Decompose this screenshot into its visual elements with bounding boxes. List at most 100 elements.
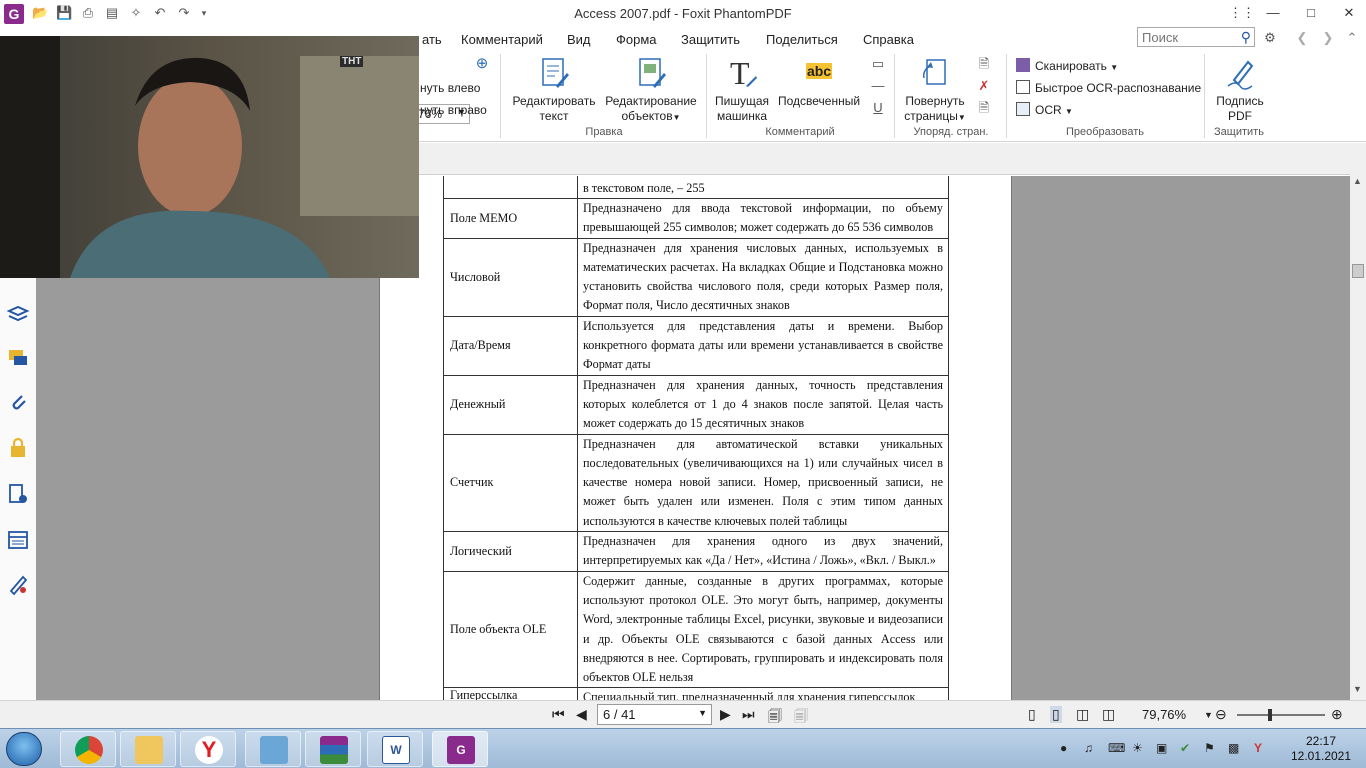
facing-pages-icon[interactable]: ◫ (1076, 706, 1089, 723)
extract-pages-icon[interactable]: 🗎 (976, 56, 992, 72)
page-number-input[interactable]: 6 / 41 ▼ (597, 704, 712, 725)
continuous-facing-icon[interactable]: ◫ (1102, 706, 1115, 723)
taskbar-chrome[interactable] (60, 731, 116, 767)
lock-icon[interactable] (6, 436, 30, 460)
tab-form[interactable]: Форма (616, 32, 657, 47)
edit-objects-button[interactable]: Редактирование объектов▼ (602, 56, 700, 125)
last-page-icon[interactable]: ⏭ (742, 706, 755, 723)
group-label-pages: Упоряд. стран. (913, 126, 989, 138)
zoom-slider-knob[interactable] (1268, 709, 1272, 721)
scanner-icon (1016, 58, 1030, 72)
keyboard-tray-icon[interactable]: ⌨ (1108, 741, 1125, 755)
search-input[interactable] (1138, 28, 1234, 46)
video-frame (0, 36, 419, 278)
ocr-button[interactable]: OCR ▼ (1016, 102, 1073, 117)
prev-page-icon[interactable]: ◀ (576, 706, 587, 723)
start-button[interactable] (6, 732, 42, 766)
first-page-icon[interactable]: ⏮ (552, 706, 565, 723)
winrar-icon (320, 736, 348, 764)
edit-objects-icon (639, 58, 666, 88)
typewriter-button[interactable]: T Пишущая машинка (712, 56, 772, 124)
minimize-button[interactable]: — (1258, 2, 1288, 24)
next-view-icon[interactable]: 🗐 (794, 706, 808, 730)
edit-text-button[interactable]: Редактировать текст (510, 56, 598, 124)
video-overlay[interactable]: ТНТ (0, 36, 419, 278)
taskbar-winrar[interactable] (305, 731, 361, 767)
underline-icon[interactable]: U (870, 100, 886, 116)
search-box[interactable]: ⚲ (1137, 27, 1255, 47)
zoom-dropdown-icon[interactable]: ▼ (1204, 710, 1213, 720)
sign-pdf-button[interactable]: Подпись PDF (1210, 56, 1270, 124)
collapse-ribbon-icon[interactable]: ⌃ (1344, 30, 1360, 46)
form-fields-icon[interactable] (6, 528, 30, 552)
rotate-right-button[interactable]: нуть вправо (420, 103, 487, 117)
control-panel-icon (260, 736, 288, 764)
previous-view-icon[interactable]: 🗐 (768, 706, 782, 730)
group-divider (1204, 54, 1205, 138)
flag-tray-icon[interactable]: ⚑ (1204, 741, 1215, 755)
security-tray-icon[interactable]: ☀ (1132, 741, 1143, 755)
strikeout-icon[interactable]: ― (870, 78, 886, 94)
foxit-pdf-icon: G (447, 736, 475, 764)
document-search-icon[interactable] (6, 482, 30, 506)
title-bar: G 📂 💾 ⎙ ▤ ✧ ↶ ↷ ▾ Access 2007.pdf - Foxi… (0, 0, 1366, 28)
zoom-level[interactable]: 79,76% (1142, 707, 1186, 722)
tab-partial[interactable]: ать (422, 32, 442, 47)
layers-icon[interactable] (6, 302, 30, 326)
signatures-icon[interactable] (6, 572, 30, 596)
delete-pages-icon[interactable]: ✗ (976, 78, 992, 94)
forward-arrow-icon[interactable]: ❯ (1320, 30, 1336, 46)
group-label-protect: Защитить (1214, 126, 1264, 138)
comments-icon[interactable] (6, 346, 30, 370)
system-clock[interactable]: 22:17 12.01.2021 (1288, 734, 1354, 764)
scroll-down-icon[interactable]: ▼ (1353, 684, 1362, 694)
ocr-icon (1016, 102, 1030, 116)
taskbar-control-panel[interactable] (245, 731, 301, 767)
scroll-thumb[interactable] (1352, 264, 1364, 278)
yandex-tray-icon[interactable]: Y (1254, 741, 1262, 755)
zoom-in-icon[interactable]: ⊕ (474, 56, 490, 72)
taskbar-word[interactable]: W (367, 731, 423, 767)
tab-protect[interactable]: Защитить (681, 32, 740, 47)
continuous-page-icon[interactable]: ▯ (1050, 706, 1062, 723)
network-tray-icon[interactable]: ▩ (1228, 741, 1239, 755)
quick-ocr-button[interactable]: Быстрое OCR-распознавание (1016, 80, 1201, 95)
ribbon-options-icon[interactable]: ⋮⋮ (1227, 2, 1257, 24)
word-icon: W (382, 736, 410, 764)
textbox-note-icon[interactable]: ▭ (870, 56, 886, 72)
group-divider (500, 54, 501, 138)
rotate-pages-button[interactable]: Повернуть страницы▼ (900, 56, 970, 125)
tab-share[interactable]: Поделиться (766, 32, 838, 47)
taskbar-foxit[interactable]: G (432, 731, 488, 767)
tab-help[interactable]: Справка (863, 32, 914, 47)
close-button[interactable]: ✕ (1334, 2, 1364, 24)
attachment-icon[interactable] (6, 390, 30, 414)
zoom-in-status-icon[interactable]: ⊕ (1331, 706, 1343, 723)
zoom-out-icon[interactable]: ⊖ (1215, 706, 1227, 723)
settings-gear-icon[interactable]: ⚙ (1262, 30, 1278, 46)
vertical-scrollbar[interactable]: ▲ ▼ (1350, 150, 1366, 700)
folder-icon (135, 736, 163, 764)
table-row: Дата/Время Используется для представления… (443, 315, 949, 376)
insert-pages-icon[interactable]: 🗎 (976, 100, 992, 116)
update-tray-icon[interactable]: ✔ (1180, 741, 1190, 755)
zoom-slider[interactable] (1237, 709, 1325, 721)
maximize-button[interactable]: □ (1296, 2, 1326, 24)
tab-view[interactable]: Вид (567, 32, 591, 47)
taskbar-yandex[interactable]: Y (180, 731, 236, 767)
taskbar-explorer[interactable] (120, 731, 176, 767)
next-page-icon[interactable]: ▶ (720, 706, 731, 723)
single-page-icon[interactable]: ▯ (1028, 706, 1036, 723)
tray-app-icon[interactable]: ▣ (1156, 741, 1167, 755)
chrome-icon (75, 736, 103, 764)
highlight-abc-icon: abc (805, 63, 833, 79)
back-arrow-icon[interactable]: ❮ (1294, 30, 1310, 46)
audio-tray-icon[interactable]: ♫ (1084, 741, 1093, 755)
teams-tray-icon[interactable]: ● (1060, 741, 1067, 755)
rotate-left-button[interactable]: нуть влево (420, 81, 480, 95)
tab-comment[interactable]: Комментарий (461, 32, 543, 47)
scroll-up-icon[interactable]: ▲ (1353, 176, 1362, 186)
scan-button[interactable]: Сканировать ▼ (1016, 58, 1118, 73)
highlighter-button[interactable]: abc Подсвеченный (774, 56, 864, 109)
search-icon[interactable]: ⚲ (1241, 29, 1251, 46)
